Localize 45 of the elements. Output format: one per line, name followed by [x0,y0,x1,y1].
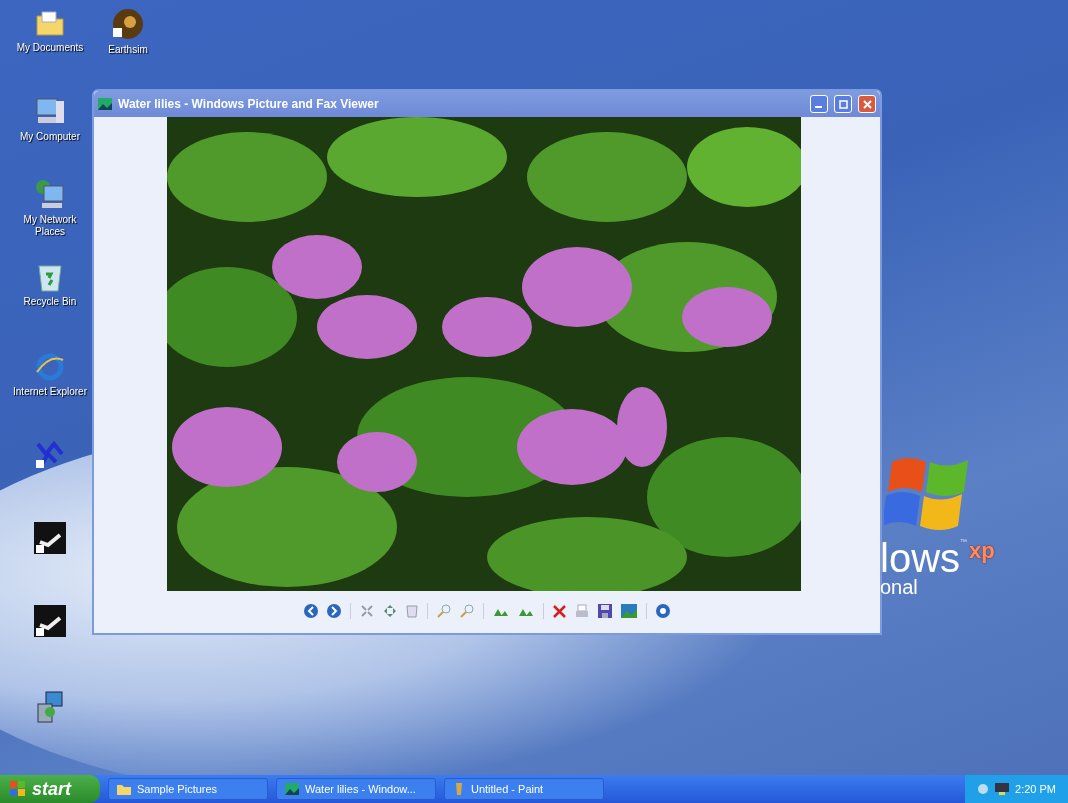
best-fit-icon[interactable] [360,604,374,618]
clock: 2:20 PM [1015,783,1056,795]
save-icon[interactable] [598,604,612,618]
picture-icon [285,783,299,795]
actual-size-icon[interactable] [383,604,397,618]
delete-icon[interactable] [553,604,566,618]
close-icon [862,99,872,109]
desktop-icon-label[interactable]: Internet Explorer [13,386,87,398]
start-button[interactable]: start [0,775,100,803]
shortcut-icon[interactable] [34,605,66,637]
window-title: Water lilies - Windows Picture and Fax Viewer [118,97,379,111]
zoom-in-icon[interactable] [437,604,451,618]
zoom-out-icon[interactable] [460,604,474,618]
sphere-icon[interactable] [112,8,144,40]
shortcut-icon[interactable] [34,522,66,554]
minimize-button[interactable] [810,95,828,113]
desktop-icon-label[interactable]: Recycle Bin [23,296,77,308]
slideshow-icon[interactable] [406,604,418,618]
folder-icon [117,783,131,795]
taskbar-button[interactable]: Water lilies - Window... [276,778,436,800]
desktop-icon-label[interactable]: My Documents [16,42,84,54]
flag-logo-icon [10,781,26,797]
network-computer-icon[interactable] [34,178,66,210]
logo-edition: xp [969,538,995,564]
maximize-icon [838,99,848,109]
logo-wordmark: lows [880,538,961,578]
desktop-icon-label[interactable]: My Computer [20,131,80,143]
next-image-icon[interactable] [327,604,341,618]
globe-icon[interactable] [35,352,65,382]
network-nodes-icon[interactable] [34,440,66,470]
paint-icon [453,782,465,796]
folder-icon[interactable] [34,8,66,38]
help-icon[interactable] [656,604,670,618]
picture-icon [98,98,112,110]
close-button[interactable] [858,95,876,113]
taskbar-button[interactable]: Sample Pictures [108,778,268,800]
monitor-icon[interactable] [995,783,1010,795]
taskbar-button[interactable]: Untitled - Paint [444,778,604,800]
desktop-icon-label[interactable]: My Network Places [10,214,90,238]
previous-image-icon[interactable] [304,604,318,618]
installer-icon[interactable] [34,690,66,724]
recycle-bin-icon[interactable] [36,262,64,292]
maximize-button[interactable] [834,95,852,113]
logo-subtitle: onal [880,576,919,599]
desktop-icon-label[interactable]: Earthsim [108,44,148,56]
